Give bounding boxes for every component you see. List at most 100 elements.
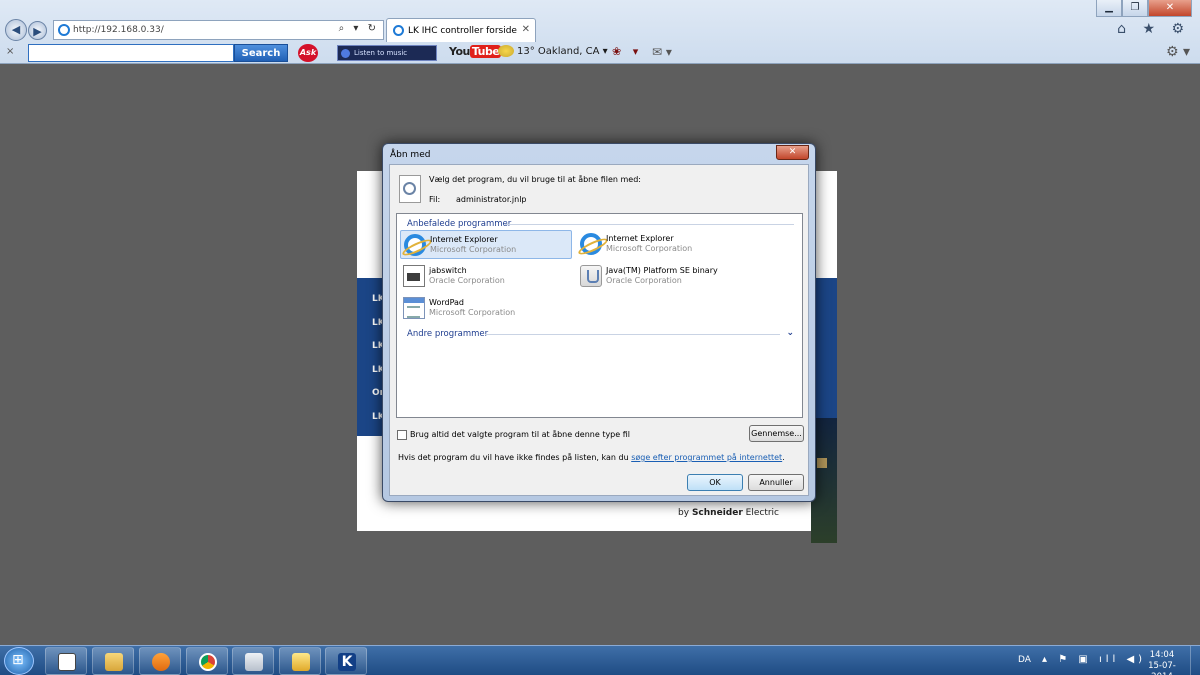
chevron-down-icon[interactable]: ⌄ [786,328,794,338]
clock[interactable]: 14:04 15-07-2014 [1138,650,1186,675]
always-use-label[interactable]: Brug altid det valgte program til at åbn… [410,430,630,439]
window-close-button[interactable]: ✕ [1148,0,1192,17]
back-button[interactable]: ◀ [5,19,27,41]
program-item-java[interactable]: Java(TM) Platform SE binary Oracle Corpo… [577,262,749,291]
brand-name: Schneider [691,508,743,518]
youtube-you: You [449,45,470,58]
always-use-checkbox[interactable] [397,430,407,440]
toolbar-close-icon[interactable]: × [6,46,14,57]
minimize-button[interactable]: ▁ [1096,0,1122,17]
weather-widget[interactable]: 13° Oakland, CA ▾ [498,45,608,57]
java-icon [580,265,602,287]
schneider-brand: by Schneider Electric [678,508,779,518]
toolbar-search-input[interactable] [28,44,234,62]
ask-toolbar: × Search Ask Listen to music You Tube 13°… [0,42,1200,64]
taskbar-calculator[interactable] [232,647,274,675]
program-item-ie-1[interactable]: Internet Explorer Microsoft Corporation [400,230,572,259]
ie-favicon-icon [393,25,404,36]
program-name: jabswitch [429,266,467,275]
dialog-close-button[interactable]: ✕ [776,145,809,160]
tab-close-icon[interactable]: ✕ [522,24,530,35]
address-bar-actions[interactable]: ⌕ ▾ ↻ [339,23,379,34]
window-controls: ▁ ❐ ✕ [1096,0,1192,17]
internet-explorer-icon [580,233,602,255]
group-divider [485,334,780,335]
show-desktop-button[interactable] [1190,646,1200,675]
program-item-wordpad[interactable]: WordPad Microsoft Corporation [400,294,572,323]
home-favorites-tools-icons[interactable]: ⌂ ★ ⚙ [1117,21,1190,37]
taskbar-media-player[interactable] [139,647,181,675]
forward-button[interactable]: ▶ [28,21,47,40]
open-with-dialog: Åbn med ✕ Vælg det program, du vil bruge… [382,143,816,502]
lk-logo-icon: K [338,653,356,671]
ask-logo-icon[interactable]: Ask [298,44,318,62]
program-item-ie-2[interactable]: Internet Explorer Microsoft Corporation [577,230,749,259]
program-name: WordPad [429,298,465,307]
browse-button[interactable]: Gennemse... [749,425,804,442]
taskbar-windows-explorer[interactable] [92,647,134,675]
program-vendor: Oracle Corporation [606,276,682,285]
language-indicator[interactable]: DA [1018,655,1031,665]
brand-by: by [678,508,690,518]
program-vendor: Microsoft Corporation [606,244,693,253]
application-icon [403,265,425,287]
program-name: Java(TM) Platform SE binary [606,266,718,275]
gear-icon[interactable]: ⚙ ▾ [1166,44,1190,60]
smiley-widget-icon[interactable]: ❀ ▾ [612,45,642,58]
clock-time: 14:04 [1149,650,1175,660]
info-text: Hvis det program du vil have ikke findes… [398,453,785,462]
other-programs-header[interactable]: Andre programmer [407,329,488,339]
weather-icon [498,45,514,57]
start-button[interactable] [4,647,34,675]
taskbar-document-app[interactable] [45,647,87,675]
document-icon [58,653,76,671]
address-url: http://192.168.0.33/ [73,25,164,35]
taskbar-mail[interactable] [279,647,321,675]
program-name: Internet Explorer [606,234,674,243]
chrome-icon [199,653,217,671]
youtube-button[interactable]: You Tube [449,45,502,61]
program-name: Internet Explorer [430,235,498,244]
clock-date: 15-07-2014 [1148,661,1176,675]
weather-text: 13° Oakland, CA [517,46,600,57]
cancel-button[interactable]: Annuller [748,474,804,491]
folder-icon [105,653,123,671]
file-name: administrator.jnlp [456,195,527,204]
taskbar-chrome[interactable] [186,647,228,675]
dialog-body: Vælg det program, du vil bruge til at åb… [389,164,809,496]
brand-suffix: Electric [745,508,779,518]
info-suffix: . [782,453,785,462]
calculator-icon [245,653,263,671]
tab-lk-ihc[interactable]: LK IHC controller forside ✕ [386,18,536,42]
back-arrow-icon: ◀ [11,23,21,36]
media-player-icon [152,653,170,671]
recommended-header[interactable]: Anbefalede programmer [407,219,511,229]
search-file-icon [399,175,421,203]
listen-to-music-widget[interactable]: Listen to music [337,45,437,61]
play-icon [341,49,350,58]
dialog-title: Åbn med [390,150,431,160]
dialog-prompt: Vælg det program, du vil bruge til at åb… [429,175,641,184]
mail-icon[interactable]: ✉ ▾ [652,45,672,59]
program-item-jabswitch[interactable]: jabswitch Oracle Corporation [400,262,572,291]
maximize-button[interactable]: ❐ [1122,0,1148,17]
tab-title: LK IHC controller forside [408,26,517,36]
youtube-tube: Tube [469,45,502,58]
browser-chrome: ◀ ▶ http://192.168.0.33/ ⌕ ▾ ↻ LK IHC co… [0,0,1200,64]
ok-button[interactable]: OK [687,474,743,491]
program-vendor: Oracle Corporation [429,276,505,285]
program-vendor: Microsoft Corporation [430,245,517,254]
system-tray-icons[interactable]: ▴ ⚑ ▣ ıll ◀) [1042,654,1146,665]
taskbar: K DA ▴ ⚑ ▣ ıll ◀) 14:04 15-07-2014 [0,645,1200,675]
mail-icon [292,653,310,671]
address-bar[interactable]: http://192.168.0.33/ ⌕ ▾ ↻ [53,20,384,40]
program-list: Anbefalede programmer Internet Explorer … [396,213,803,418]
toolbar-search-button[interactable]: Search [234,44,288,62]
forward-arrow-icon: ▶ [33,25,42,38]
ie-favicon-icon [58,24,70,36]
music-label: Listen to music [354,49,408,57]
search-internet-link[interactable]: søge efter programmet på internettet [631,453,782,462]
file-label: Fil: [429,195,441,204]
internet-explorer-icon [404,234,426,256]
taskbar-lk-ihc[interactable]: K [325,647,367,675]
